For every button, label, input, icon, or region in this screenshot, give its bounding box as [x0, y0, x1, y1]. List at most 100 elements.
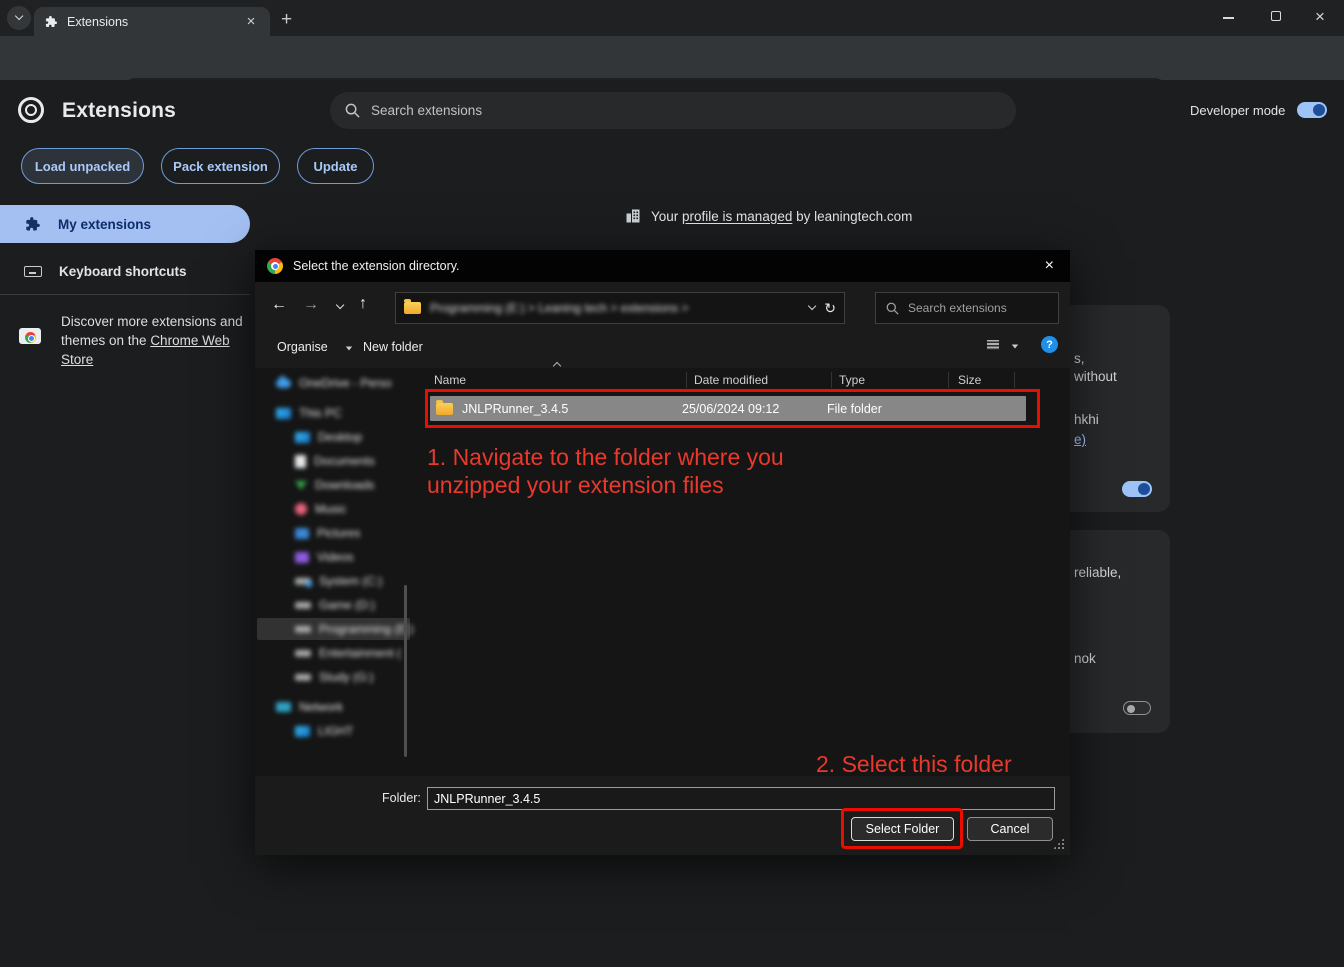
- extensions-search-box[interactable]: [330, 92, 1016, 129]
- tree-item-videos[interactable]: Videos: [255, 546, 412, 568]
- tree-item-music[interactable]: Music: [255, 498, 412, 520]
- tab-search-button[interactable]: [7, 6, 31, 30]
- desktop-icon: [295, 432, 310, 443]
- sidebar-my-extensions-label: My extensions: [58, 217, 151, 232]
- sidebar-divider: [0, 294, 250, 295]
- profile-managed-notice: Your profile is managed by leaningtech.c…: [625, 208, 912, 224]
- extension-toggle-on[interactable]: [1122, 481, 1152, 497]
- videos-icon: [295, 552, 309, 563]
- extension-toggle-off[interactable]: [1123, 701, 1151, 715]
- new-folder-button[interactable]: New folder: [363, 340, 423, 354]
- annotation-box-select-button: [841, 808, 963, 849]
- annotation-box-file-row: [425, 389, 1040, 428]
- organise-caret-icon: [346, 347, 352, 351]
- new-tab-button[interactable]: +: [281, 9, 292, 31]
- column-header-name[interactable]: Name: [434, 373, 466, 387]
- system-drive-icon: [295, 578, 311, 585]
- dialog-up-icon[interactable]: ↑: [359, 295, 367, 313]
- tree-item-downloads[interactable]: Downloads: [255, 474, 412, 496]
- puzzle-icon: [24, 216, 41, 233]
- view-mode-icon[interactable]: [985, 338, 1001, 352]
- tab-title: Extensions: [67, 15, 242, 29]
- drive-icon: [295, 650, 311, 657]
- tab-close-icon[interactable]: ×: [242, 13, 260, 31]
- music-icon: [295, 503, 307, 515]
- column-header-size[interactable]: Size: [958, 373, 981, 387]
- breadcrumb[interactable]: Programming (E:) > Leaning tech > extens…: [395, 292, 845, 324]
- drive-icon: [295, 626, 311, 633]
- resize-grip[interactable]: [1053, 838, 1064, 849]
- search-icon: [886, 302, 899, 315]
- cancel-button[interactable]: Cancel: [967, 817, 1053, 841]
- breadcrumb-path[interactable]: Programming (E:) > Leaning tech > extens…: [430, 301, 800, 315]
- folder-icon: [404, 302, 421, 314]
- column-separator: [948, 372, 949, 388]
- developer-mode-toggle[interactable]: [1297, 102, 1327, 118]
- tree-scrollbar[interactable]: [404, 585, 407, 757]
- chrome-web-store-icon: [19, 325, 41, 344]
- tree-item-programming-e[interactable]: Programming (E:): [255, 618, 412, 640]
- keyboard-icon: [24, 266, 42, 277]
- sidebar-item-keyboard-shortcuts[interactable]: Keyboard shortcuts: [0, 252, 250, 290]
- load-unpacked-button[interactable]: Load unpacked: [21, 148, 144, 184]
- select-directory-dialog: Select the extension directory. × ← → ↑ …: [255, 250, 1070, 855]
- network-icon: [276, 702, 291, 712]
- tree-item-this-pc[interactable]: This PC: [255, 402, 412, 424]
- card1-text-fragment: without: [1074, 369, 1117, 384]
- window-minimize-button[interactable]: [1223, 17, 1234, 19]
- drive-icon: [295, 602, 311, 609]
- column-separator: [1014, 372, 1015, 388]
- tree-item-network[interactable]: Network: [255, 696, 412, 718]
- column-header-date-modified[interactable]: Date modified: [694, 373, 768, 387]
- developer-mode-label: Developer mode: [1190, 103, 1285, 118]
- dialog-back-icon[interactable]: ←: [271, 296, 287, 314]
- window-maximize-button[interactable]: [1271, 11, 1281, 21]
- puzzle-favicon-icon: [44, 15, 58, 29]
- dialog-title: Select the extension directory.: [293, 259, 1031, 273]
- help-icon[interactable]: ?: [1041, 336, 1058, 353]
- column-header-type[interactable]: Type: [839, 373, 865, 387]
- documents-icon: [295, 455, 306, 468]
- pack-extension-button[interactable]: Pack extension: [161, 148, 280, 184]
- tree-item-pictures[interactable]: Pictures: [255, 522, 412, 544]
- tree-item-light[interactable]: LIGHT: [255, 720, 412, 742]
- computer-icon: [295, 726, 310, 737]
- extensions-search-input[interactable]: [371, 103, 971, 118]
- organization-building-icon: [625, 208, 641, 224]
- dialog-title-bar[interactable]: Select the extension directory. ×: [255, 250, 1070, 282]
- recent-locations-chevron-icon[interactable]: [336, 301, 345, 310]
- pictures-icon: [295, 528, 309, 539]
- dialog-forward-icon[interactable]: →: [303, 296, 319, 314]
- dialog-close-icon[interactable]: ×: [1041, 257, 1058, 275]
- organise-menu[interactable]: Organise: [277, 340, 328, 354]
- dialog-search-box[interactable]: [875, 292, 1059, 324]
- tree-item-study-g[interactable]: Study (G:): [255, 666, 412, 688]
- tree-item-desktop[interactable]: Desktop: [255, 426, 412, 448]
- tab-extensions[interactable]: Extensions ×: [34, 7, 270, 36]
- card1-text-fragment: hkhi: [1074, 412, 1099, 427]
- tree-item-documents[interactable]: Documents: [255, 450, 412, 472]
- breadcrumb-chevron-icon[interactable]: [808, 302, 817, 311]
- sidebar-item-my-extensions[interactable]: My extensions: [0, 205, 250, 243]
- dialog-refresh-icon[interactable]: ↻: [824, 300, 836, 317]
- column-separator: [831, 372, 832, 388]
- tree-item-game-d[interactable]: Game (D:): [255, 594, 412, 616]
- tree-item-system-c[interactable]: System (C:): [255, 570, 412, 592]
- onedrive-cloud-icon: [276, 379, 291, 388]
- profile-managed-link[interactable]: profile is managed: [682, 209, 792, 224]
- search-icon: [345, 103, 360, 118]
- developer-mode-control: Developer mode: [1190, 102, 1327, 118]
- folder-name-input[interactable]: [427, 787, 1055, 810]
- chevron-down-icon: [15, 12, 24, 21]
- profile-notice-text: Your profile is managed by leaningtech.c…: [651, 209, 912, 224]
- extensions-logo-icon: [18, 97, 44, 123]
- tree-item-entertainment[interactable]: Entertainment (: [255, 642, 412, 664]
- update-button[interactable]: Update: [297, 148, 374, 184]
- card1-link-fragment[interactable]: e): [1074, 432, 1086, 447]
- window-close-button[interactable]: ×: [1315, 7, 1325, 27]
- card1-text-fragment: s,: [1074, 351, 1085, 366]
- dialog-search-input[interactable]: [908, 301, 1038, 315]
- discover-text: Discover more extensions and themes on t…: [61, 312, 257, 369]
- view-mode-caret-icon[interactable]: [1012, 345, 1018, 349]
- tree-item-onedrive[interactable]: OneDrive - Perso: [255, 372, 412, 394]
